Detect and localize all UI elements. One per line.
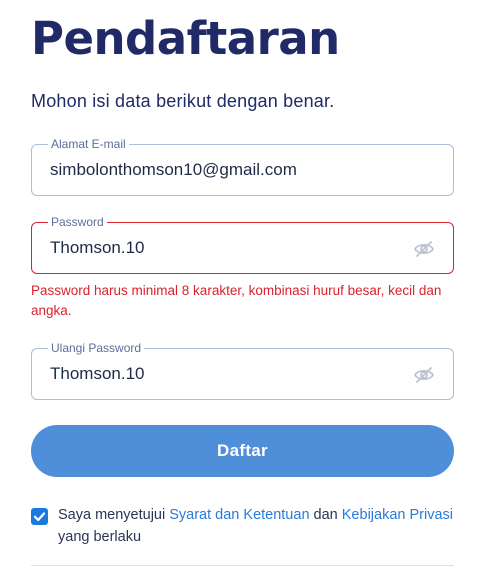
eye-off-icon[interactable] — [413, 239, 435, 259]
password-error-message: Password harus minimal 8 karakter, kombi… — [31, 283, 442, 318]
password-field-label: Password — [48, 214, 107, 230]
password-field-value[interactable]: Thomson.10 — [50, 238, 145, 258]
confirm-password-field-label: Ulangi Password — [48, 340, 145, 356]
register-button[interactable]: Daftar — [31, 425, 454, 477]
divider — [31, 565, 454, 566]
agreement-text: Saya menyetujui Syarat dan Ketentuan dan… — [58, 504, 468, 548]
registration-page: Pendaftaran Mohon isi data berikut denga… — [0, 0, 491, 571]
password-field[interactable]: Password Thomson.10 — [31, 214, 454, 274]
email-field-value[interactable]: simbolonthomson10@gmail.com — [50, 160, 297, 180]
privacy-link[interactable]: Kebijakan Privasi — [342, 507, 453, 523]
email-field[interactable]: Alamat E-mail simbolonthomson10@gmail.co… — [31, 136, 454, 196]
confirm-password-field-value[interactable]: Thomson.10 — [50, 364, 145, 384]
eye-off-icon[interactable] — [413, 365, 435, 385]
page-title: Pendaftaran — [31, 12, 340, 65]
check-icon — [33, 512, 46, 522]
confirm-password-field[interactable]: Ulangi Password Thomson.10 — [31, 340, 454, 400]
agreement-text-before: Saya menyetujui — [58, 507, 170, 523]
email-field-label: Alamat E-mail — [48, 136, 129, 152]
agreement-checkbox[interactable] — [31, 508, 48, 525]
agreement-text-middle: dan — [309, 507, 342, 523]
terms-link[interactable]: Syarat dan Ketentuan — [169, 507, 309, 523]
agreement-text-after: yang berlaku — [58, 529, 142, 545]
page-subtitle: Mohon isi data berikut dengan benar. — [31, 91, 335, 111]
